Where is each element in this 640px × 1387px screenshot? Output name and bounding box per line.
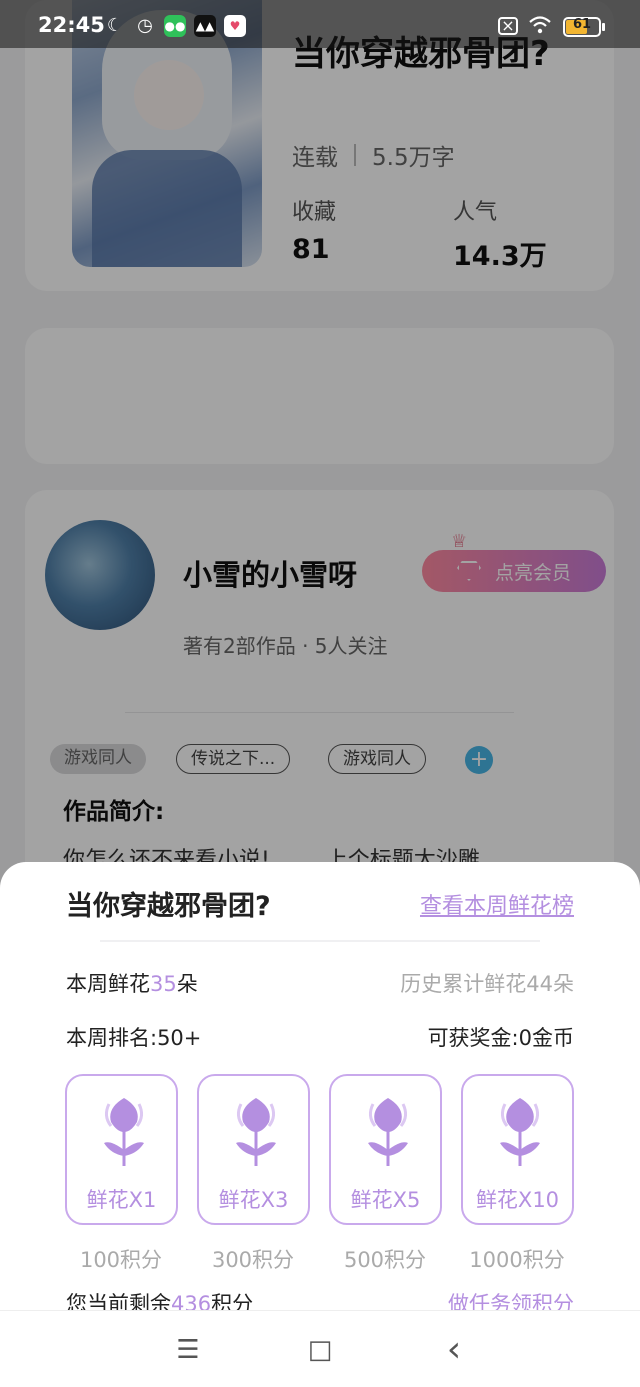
system-nav-bar: ☰ □ ‹: [0, 1310, 640, 1387]
week-flowers-prefix: 本周鲜花: [66, 972, 150, 996]
moon-icon: ☾: [106, 15, 124, 36]
week-flowers-suffix: 朵: [176, 972, 198, 996]
remain-suffix: 积分: [211, 1292, 254, 1310]
flower-price: 100积分: [79, 1248, 163, 1272]
remain-prefix: 您当前剩余: [66, 1292, 171, 1310]
divider: [100, 940, 540, 942]
status-time: 22:45: [38, 13, 105, 37]
menu-icon[interactable]: ☰: [170, 1333, 206, 1367]
flower-sheet: 当你穿越邪骨团? 查看本周鲜花榜 本周鲜花35朵 历史累计鲜花44朵 本周排名:…: [0, 862, 640, 1310]
wifi-icon: [528, 15, 551, 37]
flower-icon: [236, 1098, 276, 1166]
remaining-points: 您当前剩余436积分: [66, 1288, 253, 1310]
week-flowers: 本周鲜花35朵: [66, 968, 198, 998]
back-icon[interactable]: ‹: [436, 1332, 472, 1368]
total-flowers: 历史累计鲜花44朵: [400, 972, 574, 996]
flower-option-3[interactable]: 鲜花X3: [197, 1074, 310, 1225]
week-flowers-count: 35: [150, 972, 177, 996]
sheet-title: 当你穿越邪骨团?: [66, 891, 271, 922]
flower-icon: [500, 1098, 540, 1166]
earn-points-link[interactable]: 做任务领积分: [448, 1288, 574, 1310]
flower-option-10[interactable]: 鲜花X10: [461, 1074, 574, 1225]
flower-option-label: 鲜花X10: [475, 1188, 560, 1212]
battery-icon: 61: [563, 17, 601, 37]
wechat-icon: ●●: [164, 15, 186, 37]
flower-icon: [368, 1098, 408, 1166]
app-icon: ▲▲: [194, 15, 216, 37]
flower-option-5[interactable]: 鲜花X5: [329, 1074, 442, 1225]
weekly-rank-link[interactable]: 查看本周鲜花榜: [420, 888, 574, 920]
status-bar: 22:45 ☾ ◷ ●● ▲▲ ♥ × 61: [0, 0, 640, 48]
home-icon[interactable]: □: [302, 1333, 338, 1367]
alarm-icon: ◷: [137, 15, 153, 36]
flower-option-label: 鲜花X1: [86, 1188, 157, 1212]
flower-price: 1000积分: [469, 1248, 565, 1272]
flower-price: 500积分: [343, 1248, 427, 1272]
reward: 可获奖金:0金币: [427, 1026, 574, 1050]
battery-tip: [602, 23, 605, 31]
app-icon: ♥: [224, 15, 246, 37]
battery-level: 61: [572, 17, 592, 32]
flower-icon: [104, 1098, 144, 1166]
remain-points-value: 436: [171, 1292, 212, 1310]
flower-option-label: 鲜花X3: [218, 1188, 289, 1212]
week-rank: 本周排名:50+: [66, 1026, 202, 1050]
flower-option-label: 鲜花X5: [350, 1188, 421, 1212]
sim-x-icon: ×: [498, 17, 518, 35]
flower-option-1[interactable]: 鲜花X1: [65, 1074, 178, 1225]
flower-price: 300积分: [211, 1248, 295, 1272]
